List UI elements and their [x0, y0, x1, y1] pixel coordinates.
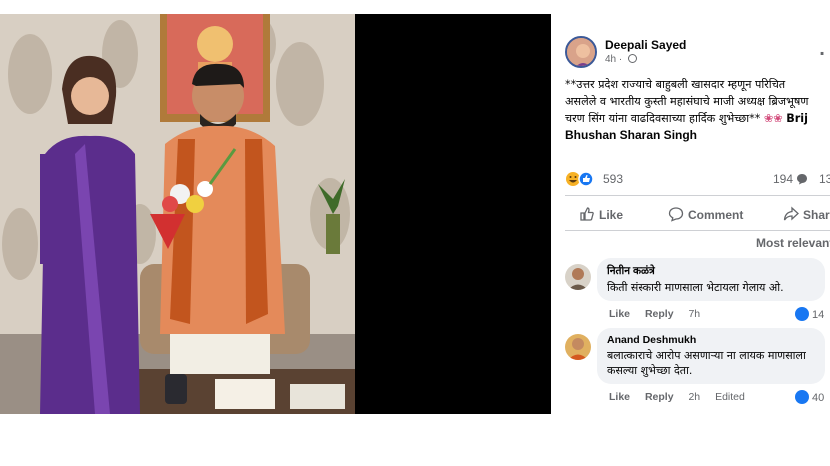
- comment-item: नितीन कळंत्रे किती संस्कारी माणसाला भेटा…: [565, 258, 830, 326]
- post-text-line: चरण सिंग यांना वाढदिवसाच्या हार्दिक शुभे…: [565, 110, 830, 127]
- comment-reply-button[interactable]: Reply: [645, 391, 674, 403]
- commenter-name[interactable]: Anand Deshmukh: [607, 334, 815, 346]
- comment-actions: Like Reply 2h Edited: [609, 391, 757, 403]
- comment-like-button[interactable]: Like: [609, 391, 630, 403]
- post-text-line: **उत्तर प्रदेश राज्याचे बाहुबली खासदार म…: [565, 78, 786, 91]
- comment-count-value: 194: [773, 172, 794, 186]
- commenter-avatar-image: [565, 264, 591, 290]
- share-count[interactable]: 13: [819, 172, 830, 186]
- comment-actions: Like Reply 7h: [609, 308, 712, 320]
- comment-time[interactable]: 7h: [688, 308, 700, 320]
- comment-sort-dropdown[interactable]: Most relevant: [756, 236, 830, 250]
- comment-text: बलात्काराचे आरोप असणाऱ्या ना लायक माणसाल…: [607, 349, 806, 377]
- comment-edited-label: Edited: [715, 391, 745, 403]
- share-button-label: Share: [803, 208, 830, 222]
- thumbs-up-icon: [580, 207, 594, 221]
- commenter-avatar[interactable]: [565, 264, 591, 290]
- like-badge-icon: [795, 390, 809, 404]
- tagged-person-link[interactable]: Bhushan Sharan Singh: [565, 127, 830, 144]
- comment-time[interactable]: 2h: [688, 391, 700, 403]
- comment-reply-button[interactable]: Reply: [645, 308, 674, 320]
- author-avatar[interactable]: [565, 36, 597, 68]
- post-time[interactable]: 4h: [605, 54, 616, 65]
- author-name[interactable]: Deepali Sayed: [605, 38, 686, 52]
- reaction-icons[interactable]: [565, 170, 595, 188]
- commenter-avatar[interactable]: [565, 334, 591, 360]
- comment-button-label: Comment: [688, 208, 744, 222]
- comment-like-count[interactable]: 40: [795, 390, 824, 404]
- comment-bubble-icon: [797, 174, 808, 185]
- reactions-summary: 593 194 13: [565, 170, 830, 188]
- post-panel: Deepali Sayed 4h · · **उत्तर प्रदेश राज्…: [551, 14, 830, 414]
- avatar-image: [567, 38, 595, 66]
- comment-count[interactable]: 194: [773, 172, 808, 186]
- tagged-person-link[interactable]: Brij: [786, 112, 808, 125]
- comment-like-button[interactable]: Like: [609, 308, 630, 320]
- comment-like-count[interactable]: 14: [795, 307, 824, 321]
- share-button[interactable]: Share: [783, 206, 830, 222]
- more-options-icon[interactable]: ·: [819, 44, 825, 63]
- comment-like-count-value: 40: [812, 392, 825, 404]
- commenter-avatar-image: [565, 334, 591, 360]
- like-button-label: Like: [599, 208, 624, 222]
- like-button[interactable]: Like: [579, 206, 623, 222]
- share-arrow-icon: [783, 206, 799, 221]
- post-meta: 4h ·: [605, 54, 638, 65]
- like-badge-icon: [795, 307, 809, 321]
- post-text-line-part: चरण सिंग यांना वाढदिवसाच्या हार्दिक शुभे…: [565, 112, 761, 125]
- post-actions: Like Comment Share: [565, 202, 830, 226]
- comment-bubble: नितीन कळंत्रे किती संस्कारी माणसाला भेटा…: [597, 258, 825, 301]
- commenter-name[interactable]: नितीन कळंत्रे: [607, 264, 815, 278]
- post-text: **उत्तर प्रदेश राज्याचे बाहुबली खासदार म…: [565, 76, 830, 144]
- post-text-line: असलेले व भारतीय कुस्ती महासंघाचे माजी अध…: [565, 95, 809, 108]
- comment-button[interactable]: Comment: [668, 206, 743, 222]
- post-photo[interactable]: [0, 14, 355, 414]
- divider: [565, 195, 830, 196]
- comment-item: Anand Deshmukh बलात्काराचे आरोप असणाऱ्या…: [565, 328, 830, 408]
- reaction-count[interactable]: 593: [603, 172, 623, 186]
- divider: [565, 230, 830, 231]
- comment-text: किती संस्कारी माणसाला भेटायला गेलाय ओ.: [607, 281, 784, 294]
- globe-icon: [628, 54, 638, 63]
- photo-illustration: [0, 14, 355, 414]
- comment-like-count-value: 14: [812, 309, 825, 321]
- comment-icon: [668, 207, 684, 222]
- letterbox-band: [355, 14, 551, 414]
- screenshot-stage: Deepali Sayed 4h · · **उत्तर प्रदेश राज्…: [0, 0, 830, 466]
- flower-emoji: ❀❀: [763, 112, 783, 125]
- comment-bubble: Anand Deshmukh बलात्काराचे आरोप असणाऱ्या…: [597, 328, 825, 384]
